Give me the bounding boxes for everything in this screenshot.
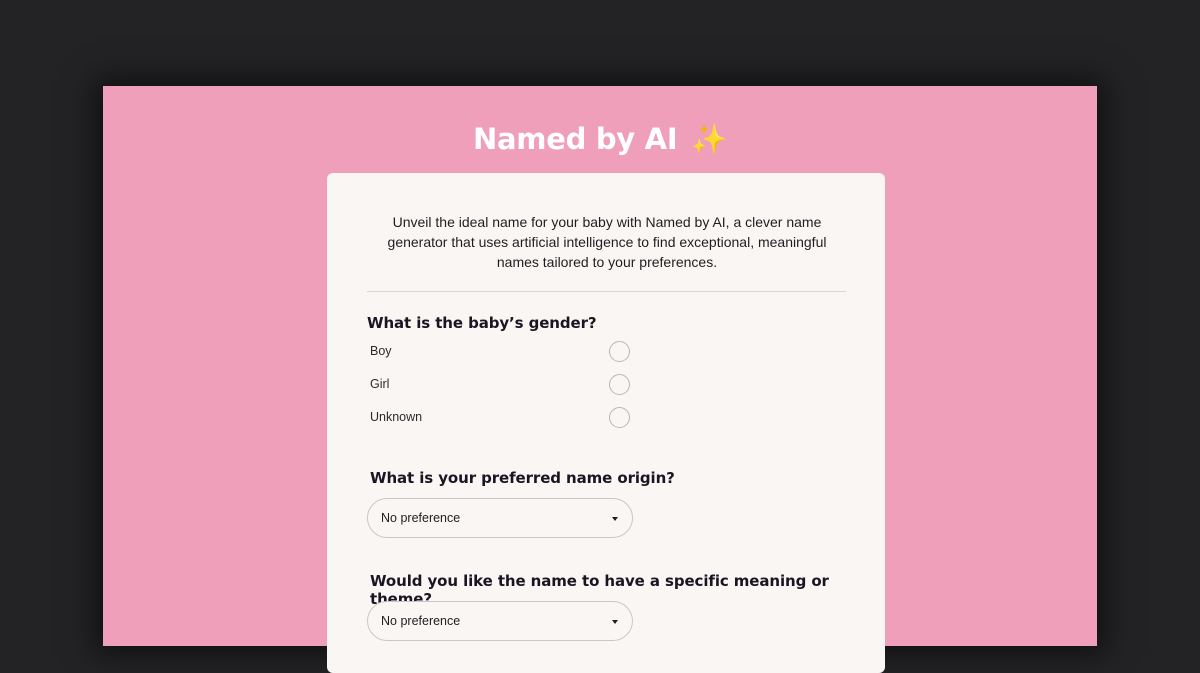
origin-select[interactable]: No preference <box>367 498 633 538</box>
chevron-down-icon <box>612 620 618 624</box>
gender-question: What is the baby’s gender? <box>367 314 597 332</box>
radio-option-unknown[interactable]: Unknown <box>370 406 630 430</box>
divider <box>367 291 846 292</box>
sparkle-icon: ✨ <box>691 122 727 156</box>
title-text: Named by AI <box>473 122 678 156</box>
page-title: Named by AI ✨ <box>103 122 1097 157</box>
app-frame: Named by AI ✨ Unveil the ideal name for … <box>103 86 1097 673</box>
radio-button-boy[interactable] <box>609 341 630 362</box>
radio-option-boy[interactable]: Boy <box>370 340 630 364</box>
radio-label-unknown: Unknown <box>370 410 423 424</box>
radio-label-boy: Boy <box>370 344 392 358</box>
radio-option-girl[interactable]: Girl <box>370 373 630 397</box>
origin-select-value: No preference <box>381 511 461 525</box>
radio-button-girl[interactable] <box>609 374 630 395</box>
origin-question: What is your preferred name origin? <box>370 469 675 487</box>
form-card: Unveil the ideal name for your baby with… <box>327 173 885 673</box>
chevron-down-icon <box>612 517 618 521</box>
meaning-select-value: No preference <box>381 614 461 628</box>
radio-button-unknown[interactable] <box>609 407 630 428</box>
radio-label-girl: Girl <box>370 377 390 391</box>
meaning-select[interactable]: No preference <box>367 601 633 641</box>
intro-text: Unveil the ideal name for your baby with… <box>387 214 827 270</box>
